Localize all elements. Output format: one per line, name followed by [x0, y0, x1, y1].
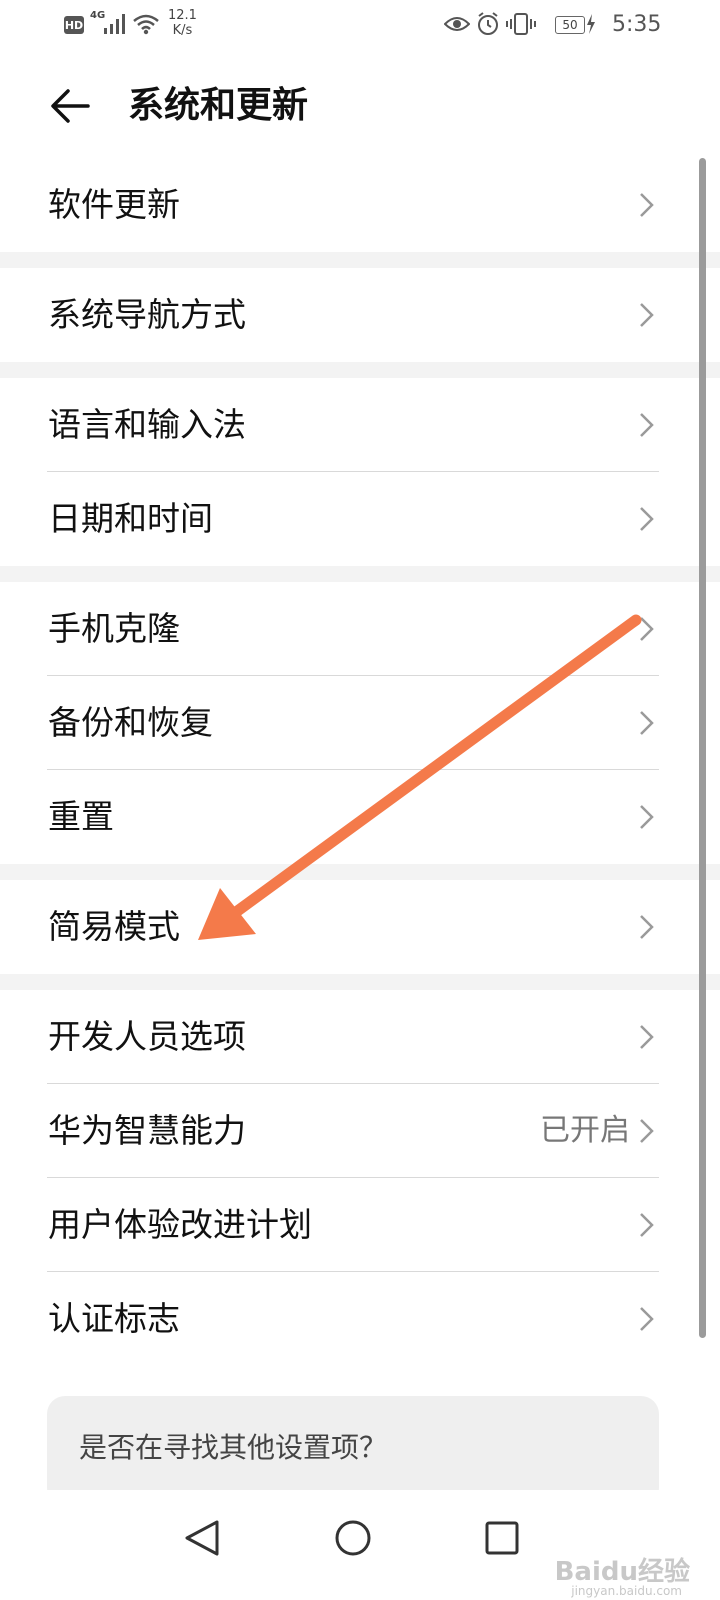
- signal-icon: [104, 14, 125, 34]
- speed-value: 12.1: [168, 8, 197, 23]
- chevron-right-icon: [640, 1307, 654, 1331]
- speed-unit: K/s: [172, 23, 193, 38]
- eye-icon: [444, 17, 470, 31]
- setting-system-navigation[interactable]: 系统导航方式: [0, 268, 690, 362]
- setting-date-time[interactable]: 日期和时间: [0, 472, 690, 566]
- setting-label: 用户体验改进计划: [48, 1205, 312, 1244]
- nav-recents-icon[interactable]: [472, 1508, 532, 1568]
- chevron-right-icon: [640, 413, 654, 437]
- search-suggestion-text: 是否在寻找其他设置项？: [79, 1431, 388, 1464]
- setting-label: 软件更新: [48, 185, 180, 224]
- watermark-url: jingyan.baidu.com: [571, 1584, 682, 1598]
- setting-language-input[interactable]: 语言和输入法: [0, 378, 690, 472]
- section-gap: [0, 566, 720, 582]
- chevron-right-icon: [640, 1119, 654, 1143]
- chevron-right-icon: [640, 507, 654, 531]
- chevron-right-icon: [640, 805, 654, 829]
- wifi-icon: [133, 14, 159, 35]
- setting-label: 重置: [48, 797, 114, 836]
- setting-label: 开发人员选项: [48, 1017, 246, 1056]
- header: 系统和更新: [0, 60, 720, 152]
- chevron-right-icon: [640, 193, 654, 217]
- setting-huawei-ai[interactable]: 华为智慧能力 已开启: [0, 1084, 690, 1178]
- watermark-logo: Baidu经验: [554, 1557, 690, 1587]
- status-time: 5:35: [612, 11, 662, 37]
- setting-label: 简易模式: [48, 907, 180, 946]
- charging-icon: [587, 14, 595, 34]
- setting-label: 认证标志: [48, 1299, 180, 1338]
- setting-phone-clone[interactable]: 手机克隆: [0, 582, 690, 676]
- battery-indicator: 50: [555, 16, 585, 34]
- setting-software-update[interactable]: 软件更新: [0, 158, 690, 252]
- network-speed: 12.1 K/s: [168, 6, 197, 40]
- section-gap: [0, 362, 720, 378]
- setting-label: 日期和时间: [48, 499, 213, 538]
- setting-label: 华为智慧能力: [48, 1111, 246, 1150]
- setting-backup-restore[interactable]: 备份和恢复: [0, 676, 690, 770]
- alarm-icon: [478, 12, 498, 35]
- setting-reset[interactable]: 重置: [0, 770, 690, 864]
- status-bar: HD 4G 12.1 K/s 50 5:35: [0, 0, 720, 48]
- back-arrow-icon[interactable]: [48, 82, 96, 130]
- nav-home-icon[interactable]: [323, 1508, 383, 1568]
- chevron-right-icon: [640, 1213, 654, 1237]
- nav-back-icon[interactable]: [172, 1508, 232, 1568]
- setting-label: 语言和输入法: [48, 405, 246, 444]
- setting-status-value: 已开启: [540, 1113, 630, 1148]
- vibrate-icon: [506, 13, 536, 35]
- setting-developer-options[interactable]: 开发人员选项: [0, 990, 690, 1084]
- hd-badge: HD: [64, 16, 84, 34]
- chevron-right-icon: [640, 915, 654, 939]
- scrollbar[interactable]: [699, 158, 706, 1338]
- chevron-right-icon: [640, 711, 654, 735]
- page-title: 系统和更新: [128, 85, 309, 126]
- setting-user-experience[interactable]: 用户体验改进计划: [0, 1178, 690, 1272]
- setting-label: 系统导航方式: [48, 295, 246, 334]
- section-gap: [0, 252, 720, 268]
- chevron-right-icon: [640, 303, 654, 327]
- section-gap: [0, 974, 720, 990]
- setting-label: 备份和恢复: [48, 703, 213, 742]
- setting-certification[interactable]: 认证标志: [0, 1272, 690, 1366]
- chevron-right-icon: [640, 617, 654, 641]
- section-gap: [0, 864, 720, 880]
- chevron-right-icon: [640, 1025, 654, 1049]
- navigation-bar: Baidu经验 jingyan.baidu.com: [0, 1490, 720, 1600]
- setting-simple-mode[interactable]: 简易模式: [0, 880, 690, 974]
- setting-label: 手机克隆: [48, 609, 180, 648]
